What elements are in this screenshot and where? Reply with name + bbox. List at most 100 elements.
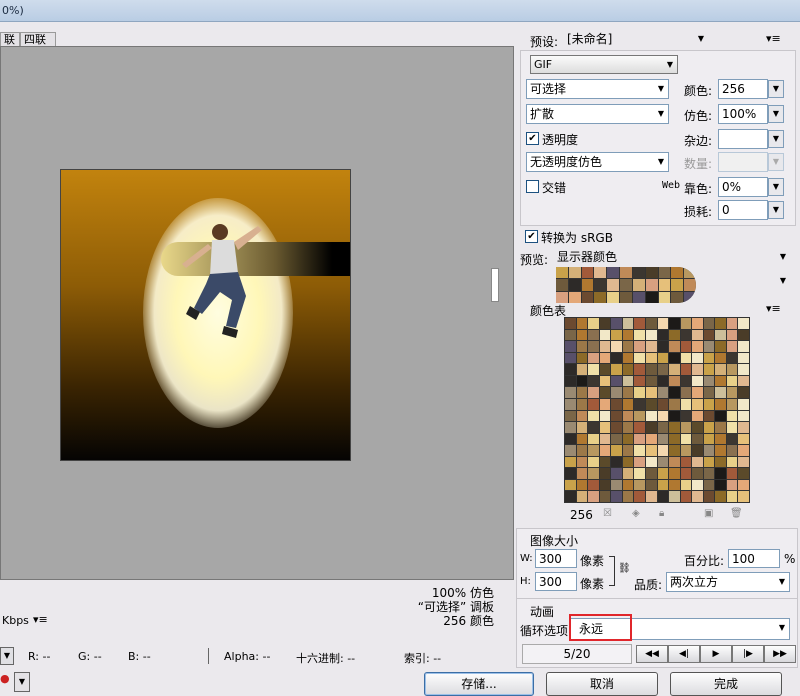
palette-swatch[interactable] [634,364,645,375]
palette-swatch[interactable] [715,410,726,422]
palette-swatch[interactable] [634,375,645,387]
palette-swatch[interactable] [622,398,634,410]
color-table-grid[interactable] [564,317,750,503]
palette-swatch[interactable] [588,375,599,387]
prev-frame-button[interactable]: ◀| [668,645,700,663]
palette-swatch[interactable] [657,433,669,445]
palette-swatch[interactable] [669,468,680,479]
palette-swatch[interactable] [703,433,715,445]
palette-swatch[interactable] [669,456,680,468]
palette-swatch[interactable] [715,318,726,329]
metadata-select[interactable] [690,272,790,294]
palette-swatch[interactable] [669,341,680,352]
tab-2up[interactable]: 联 [0,32,20,46]
palette-swatch[interactable] [657,375,669,387]
palette-swatch[interactable] [692,341,703,352]
palette-swatch[interactable] [599,422,611,433]
palette-swatch[interactable] [588,329,599,341]
palette-swatch[interactable] [692,364,703,375]
palette-swatch[interactable] [726,456,738,468]
palette-swatch[interactable] [680,456,692,468]
palette-swatch[interactable] [611,468,622,479]
palette-swatch[interactable] [669,433,680,445]
preset-menu-icon[interactable]: ▾≡ [766,32,781,45]
quality-select[interactable]: 两次立方 [666,572,790,592]
matte-dropdown-icon[interactable]: ▼ [768,130,784,148]
palette-swatch[interactable] [703,479,715,491]
palette-swatch[interactable] [599,352,611,364]
palette-swatch[interactable] [680,387,692,398]
palette-swatch[interactable] [622,445,634,456]
palette-swatch[interactable] [703,468,715,479]
palette-swatch[interactable] [657,422,669,433]
palette-swatch[interactable] [657,410,669,422]
lock-icon[interactable]: 🔒︎ [659,508,664,519]
palette-swatch[interactable] [657,491,669,502]
cube-icon[interactable]: ◈ [632,508,640,519]
palette-swatch[interactable] [576,341,588,352]
palette-swatch[interactable] [588,364,599,375]
palette-swatch[interactable] [726,410,738,422]
palette-swatch[interactable] [726,433,738,445]
palette-swatch[interactable] [611,491,622,502]
trash-icon[interactable]: 🗑︎ [730,508,743,519]
palette-swatch[interactable] [715,445,726,456]
palette-swatch[interactable] [680,479,692,491]
palette-swatch[interactable] [611,318,622,329]
palette-swatch[interactable] [726,479,738,491]
palette-swatch[interactable] [622,468,634,479]
palette-swatch[interactable] [726,329,738,341]
reduction-select[interactable]: 可选择 [526,79,669,99]
palette-swatch[interactable] [692,387,703,398]
palette-swatch[interactable] [726,318,738,329]
play-button[interactable]: ▶ [700,645,732,663]
palette-swatch[interactable] [657,318,669,329]
preview-mode-select[interactable]: 显示器颜色 [554,248,790,268]
palette-swatch[interactable] [634,491,645,502]
palette-swatch[interactable] [634,329,645,341]
convert-srgb-checkbox[interactable]: ✔ [525,230,538,243]
palette-swatch[interactable] [738,491,749,502]
palette-swatch[interactable] [715,456,726,468]
palette-swatch[interactable] [715,433,726,445]
palette-swatch[interactable] [634,456,645,468]
palette-swatch[interactable] [726,341,738,352]
palette-swatch[interactable] [634,352,645,364]
palette-swatch[interactable] [669,410,680,422]
palette-swatch[interactable] [680,318,692,329]
palette-swatch[interactable] [738,422,749,433]
done-button[interactable]: 完成 [670,672,782,696]
palette-swatch[interactable] [634,387,645,398]
palette-swatch[interactable] [622,433,634,445]
palette-swatch[interactable] [715,387,726,398]
web-shift-icon[interactable]: ☒ [603,508,612,519]
palette-swatch[interactable] [738,341,749,352]
palette-swatch[interactable] [611,479,622,491]
palette-swatch[interactable] [726,468,738,479]
palette-swatch[interactable] [703,445,715,456]
web-snap-input[interactable]: 0% [718,177,768,197]
palette-swatch[interactable] [715,341,726,352]
speed-menu-icon[interactable]: ▾≡ [33,613,48,626]
palette-swatch[interactable] [726,398,738,410]
palette-swatch[interactable] [645,318,657,329]
palette-swatch[interactable] [645,364,657,375]
palette-swatch[interactable] [565,456,576,468]
palette-swatch[interactable] [680,375,692,387]
palette-swatch[interactable] [622,329,634,341]
palette-swatch[interactable] [669,398,680,410]
palette-swatch[interactable] [565,352,576,364]
palette-swatch[interactable] [669,387,680,398]
palette-swatch[interactable] [576,491,588,502]
palette-swatch[interactable] [738,468,749,479]
palette-swatch[interactable] [680,329,692,341]
palette-swatch[interactable] [680,341,692,352]
palette-swatch[interactable] [645,410,657,422]
palette-swatch[interactable] [657,398,669,410]
browser-preview-icon[interactable]: ● [0,672,10,692]
palette-swatch[interactable] [576,479,588,491]
palette-swatch[interactable] [703,341,715,352]
palette-swatch[interactable] [680,468,692,479]
palette-swatch[interactable] [645,375,657,387]
palette-swatch[interactable] [565,410,576,422]
